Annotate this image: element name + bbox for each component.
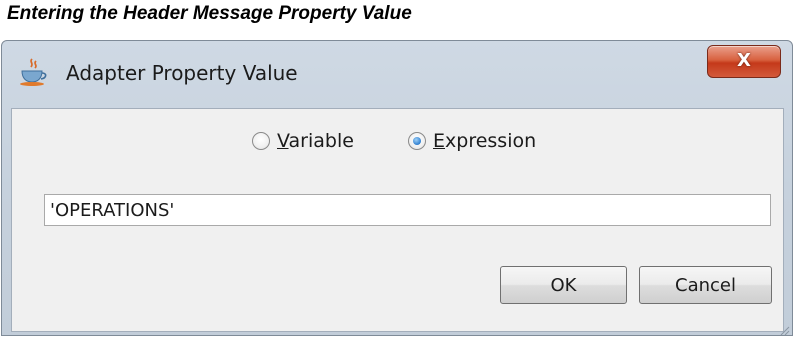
expression-label-rest: xpression (445, 130, 537, 152)
property-value-input[interactable] (44, 194, 771, 226)
dialog-window: Adapter Property Value X Variable Expres… (1, 40, 793, 336)
variable-label-rest: ariable (288, 130, 354, 152)
close-icon: X (737, 50, 751, 71)
dialog-title: Adapter Property Value (66, 61, 298, 85)
variable-radio-label: Variable (277, 130, 354, 152)
expression-radio[interactable]: Expression (408, 129, 536, 153)
resize-grip-icon[interactable] (778, 321, 790, 336)
cancel-button[interactable]: Cancel (639, 266, 772, 304)
expression-radio-label: Expression (433, 130, 536, 152)
variable-mnemonic: V (277, 130, 289, 152)
ok-button[interactable]: OK (500, 266, 627, 304)
dialog-content: Variable Expression OK Cancel (11, 108, 784, 332)
java-cup-icon (18, 57, 48, 87)
title-bar[interactable]: Adapter Property Value X (2, 41, 792, 107)
expression-mnemonic: E (433, 130, 446, 152)
variable-radio-circle[interactable] (252, 132, 270, 150)
close-button[interactable]: X (707, 45, 781, 78)
expression-radio-circle[interactable] (408, 132, 426, 150)
variable-radio[interactable]: Variable (252, 129, 354, 153)
figure-caption: Entering the Header Message Property Val… (7, 3, 412, 24)
